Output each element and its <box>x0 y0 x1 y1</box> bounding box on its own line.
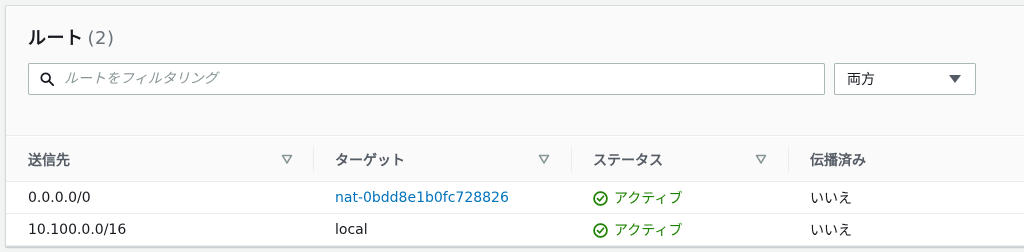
sort-caret-icon[interactable] <box>538 153 550 165</box>
caret-down-icon <box>949 75 961 83</box>
cell-status: アクティブ <box>593 182 682 214</box>
cell-status: アクティブ <box>593 214 682 246</box>
search-icon <box>40 72 54 86</box>
select-value: 両方 <box>847 72 875 88</box>
panel-header: ルート(2) 両方 <box>6 6 1024 136</box>
propagation-filter-select[interactable]: 両方 <box>834 63 976 95</box>
cell-destination: 10.100.0.0/16 <box>28 222 127 238</box>
status-text: アクティブ <box>614 191 683 207</box>
column-divider[interactable] <box>313 147 314 172</box>
column-label: ターゲット <box>335 152 405 169</box>
column-header-propagated: 伝播済み <box>810 137 866 182</box>
sort-caret-icon[interactable] <box>281 153 293 165</box>
column-divider[interactable] <box>788 147 789 172</box>
column-label: 伝播済み <box>810 152 866 169</box>
panel-title: ルート (2) <box>28 24 115 50</box>
status-text: アクティブ <box>614 223 683 239</box>
column-header-status[interactable]: ステータス <box>593 137 663 182</box>
routes-panel: ルート(2) 両方 送信先 ターゲット ステータス 伝播済み 0.0.0.0/0… <box>5 5 1024 247</box>
table-header: 送信先 ターゲット ステータス 伝播済み <box>6 137 1024 182</box>
cell-propagated: いいえ <box>810 191 852 207</box>
column-divider[interactable] <box>571 147 572 172</box>
column-label: 送信先 <box>28 152 70 169</box>
nat-gateway-link[interactable]: nat-0bdd8e1b0fc728826 <box>335 190 509 206</box>
panel-title-text: ルート <box>28 28 84 49</box>
cell-destination: 0.0.0.0/0 <box>28 190 91 206</box>
route-filter-search[interactable] <box>28 63 825 95</box>
column-header-destination[interactable]: 送信先 <box>28 137 70 182</box>
table-row: 0.0.0.0/0 nat-0bdd8e1b0fc728826 アクティブ いい… <box>6 182 1024 214</box>
table-row: 10.100.0.0/16 local アクティブ いいえ <box>6 214 1024 246</box>
search-input[interactable] <box>64 65 824 93</box>
route-count: (2) <box>87 28 115 49</box>
column-label: ステータス <box>593 152 663 169</box>
sort-caret-icon[interactable] <box>755 153 767 165</box>
cell-propagated: いいえ <box>810 223 852 239</box>
check-circle-icon <box>593 190 608 206</box>
cell-target: local <box>335 222 368 238</box>
check-circle-icon <box>593 222 608 238</box>
column-header-target[interactable]: ターゲット <box>335 137 405 182</box>
